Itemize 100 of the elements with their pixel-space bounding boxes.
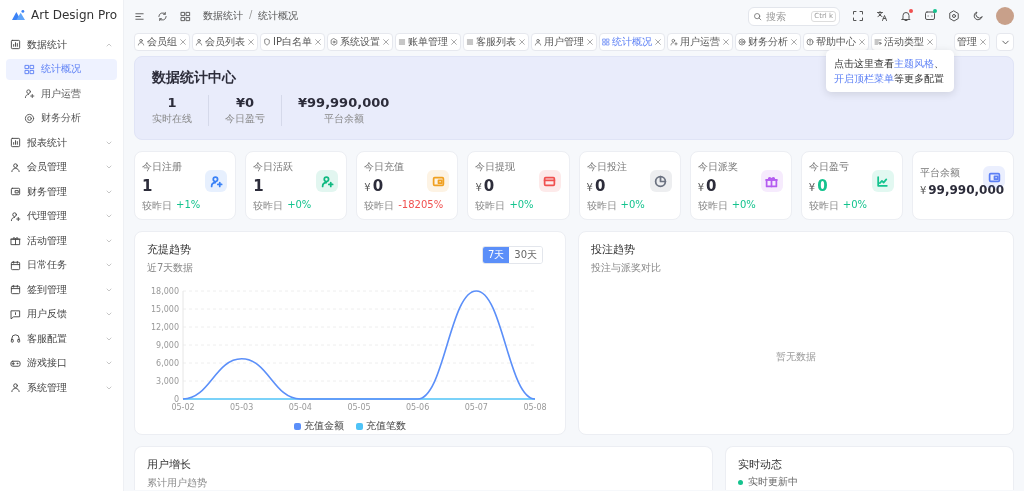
close-icon[interactable] [654, 38, 662, 46]
bar-chart-icon [10, 137, 21, 149]
stat-value: 1 [167, 95, 177, 110]
status-text: 实时更新中 [748, 475, 798, 489]
headset-icon [10, 333, 21, 345]
tab[interactable]: 用户管理 [531, 33, 597, 51]
legend-label: 充值笔数 [366, 419, 406, 433]
compare-label: 较昨日 [253, 199, 284, 213]
close-icon[interactable] [790, 38, 798, 46]
coin-icon [24, 112, 35, 124]
menu-icon[interactable] [134, 10, 145, 22]
axis-label: 05-02 [171, 403, 195, 412]
person-icon [195, 38, 203, 46]
banner-title: 数据统计中心 [152, 69, 236, 87]
tab[interactable]: 用户运营 [667, 33, 733, 51]
sidebar-subitem[interactable]: 用户运营 [6, 83, 117, 105]
help-icon [806, 38, 814, 46]
tab[interactable]: 财务分析 [735, 33, 801, 51]
tab[interactable]: 会员组 [134, 33, 190, 51]
settings-icon[interactable] [948, 10, 960, 22]
chat-icon[interactable] [924, 10, 936, 22]
fullscreen-icon[interactable] [852, 10, 864, 22]
close-icon[interactable] [586, 38, 594, 46]
sidebar-item[interactable]: 客服配置 [6, 328, 117, 350]
sidebar-item[interactable]: 签到管理 [6, 279, 117, 301]
close-icon[interactable] [450, 38, 458, 46]
change-value: +0% [842, 199, 867, 212]
change-value: +0% [731, 199, 756, 212]
compare-label: 较昨日 [586, 199, 617, 213]
sidebar-item[interactable]: 日常任务 [6, 254, 117, 276]
person-icon [534, 38, 542, 46]
breadcrumb-item[interactable]: 统计概况 [258, 9, 299, 23]
sidebar-item[interactable]: 游戏接口 [6, 352, 117, 374]
axis-label: 6,000 [156, 359, 179, 368]
stat-value: 0 [817, 177, 828, 195]
close-icon[interactable] [926, 38, 934, 46]
person-icon [10, 161, 21, 173]
sidebar-item[interactable]: 报表统计 [6, 132, 117, 154]
tab[interactable]: 帮助中心 [803, 33, 869, 51]
moon-icon[interactable] [972, 10, 984, 22]
change-value: +0% [509, 199, 534, 212]
tabs-dropdown-button[interactable] [996, 33, 1014, 51]
person-icon [10, 382, 21, 394]
tooltip-link[interactable]: 开启顶栏菜单 [834, 73, 894, 84]
sidebar-item[interactable]: 代理管理 [6, 205, 117, 227]
card-title: 充提趋势 [147, 242, 191, 257]
sidebar-item[interactable]: 财务管理 [6, 181, 117, 203]
breadcrumb-item[interactable]: 数据统计 [203, 9, 243, 23]
grid-icon[interactable] [180, 10, 191, 22]
sidebar-item[interactable]: 活动管理 [6, 230, 117, 252]
avatar[interactable] [996, 7, 1014, 25]
close-icon[interactable] [247, 38, 255, 46]
stat-label: 平台余额 [323, 112, 364, 126]
sidebar-subitem[interactable]: 财务分析 [6, 107, 117, 129]
bar-chart-icon [10, 39, 21, 51]
sidebar-item[interactable]: 会员管理 [6, 156, 117, 178]
shield-icon [263, 38, 271, 46]
stat-title: 平台余额 [919, 166, 961, 180]
card-title: 用户增长 [147, 457, 191, 472]
axis-label: 05-08 [523, 403, 547, 412]
change-value: +0% [620, 199, 645, 212]
tab[interactable]: 系统设置 [327, 33, 393, 51]
coin-icon [738, 38, 746, 46]
stat-value: 0 [483, 177, 495, 195]
card-subtitle: 近7天数据 [147, 261, 195, 275]
refresh-icon[interactable] [157, 10, 168, 22]
gift-icon [10, 235, 21, 247]
card-subtitle: 投注与派奖对比 [591, 261, 662, 275]
tab[interactable]: IP白名单 [260, 33, 325, 51]
axis-label: 15,000 [151, 305, 179, 314]
status-dot [738, 479, 743, 485]
bell-icon[interactable] [900, 10, 912, 22]
tab[interactable]: 账单管理 [395, 33, 461, 51]
currency-symbol: ¥ [475, 182, 482, 193]
close-icon[interactable] [518, 38, 526, 46]
close-icon[interactable] [314, 38, 322, 46]
stat-value: 0 [372, 177, 384, 195]
person-plus-icon [24, 88, 35, 100]
tooltip-link[interactable]: 主题风格 [894, 58, 934, 69]
stat-label: 实时在线 [152, 112, 192, 126]
sidebar-item[interactable]: 用户反馈 [6, 303, 117, 325]
tab[interactable]: 会员列表 [192, 33, 258, 51]
breadcrumb-separator: / [249, 9, 253, 22]
sidebar-item[interactable]: 系统管理 [6, 377, 117, 399]
close-icon[interactable] [858, 38, 866, 46]
stat-value: 0 [706, 177, 717, 195]
close-icon[interactable] [179, 38, 187, 46]
sidebar-item[interactable]: 数据统计 [6, 34, 117, 56]
tab[interactable]: 客服列表 [463, 33, 529, 51]
translate-icon[interactable] [876, 10, 888, 22]
close-icon[interactable] [979, 38, 987, 46]
axis-label: 05-07 [464, 403, 488, 412]
compare-label: 较昨日 [142, 199, 172, 213]
stat-value: 1 [253, 177, 264, 195]
tab[interactable]: 活动类型 [871, 33, 937, 51]
close-icon[interactable] [382, 38, 390, 46]
close-icon[interactable] [722, 38, 730, 46]
tab[interactable]: 管理 [954, 33, 990, 51]
wallet-icon [10, 186, 21, 198]
tab[interactable]: 统计概况 [599, 33, 665, 51]
